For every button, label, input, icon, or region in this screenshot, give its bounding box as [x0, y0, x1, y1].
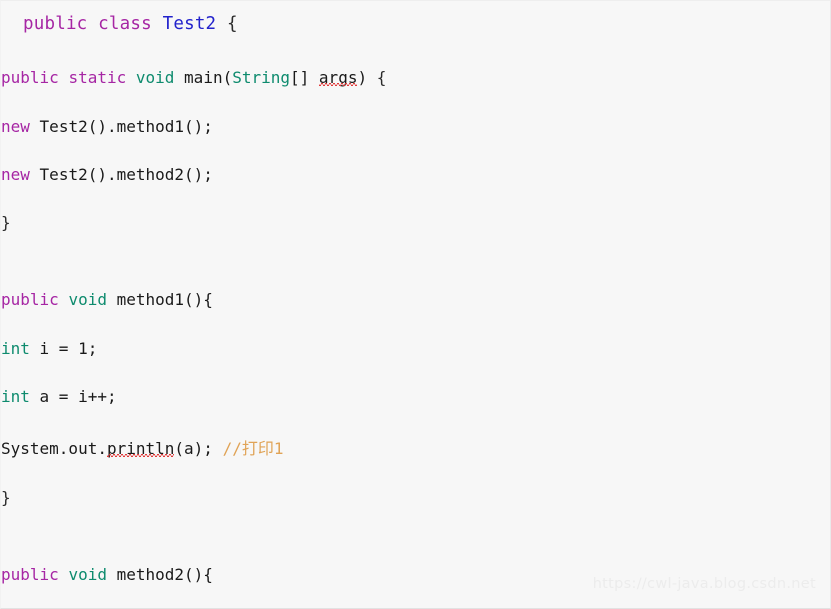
code-line[interactable] [1, 406, 830, 435]
code-token-keyword: class [98, 14, 152, 34]
code-token-keyword: public [1, 290, 59, 310]
code-token-punct: ( [222, 68, 233, 88]
code-snippet-block: public class Test2 { public static void … [0, 0, 831, 609]
code-token-brace: { [227, 14, 238, 34]
code-token-type: int [1, 338, 30, 358]
code-token-plain: a = i++; [29, 386, 117, 406]
code-token-plain: i = [29, 338, 79, 358]
code-token-number: 1 [78, 338, 88, 358]
code-token-type: void [135, 68, 175, 88]
code-token-plain: ; [87, 338, 98, 358]
code-token-keyword: new [1, 164, 30, 184]
code-line[interactable] [1, 261, 830, 290]
code-token-punct: [] [290, 68, 319, 88]
code-line[interactable]: public class Test2 { [1, 10, 830, 39]
code-token-plain: args [318, 68, 358, 88]
code-token-keyword: public [1, 565, 59, 585]
code-token-keyword: static [68, 68, 127, 88]
code-token-plain: System.out. [1, 438, 107, 458]
code-token-brace: } [1, 212, 11, 232]
code-token-plain: Test2().method1(); [39, 116, 213, 136]
code-token-plain: (a); [174, 438, 223, 458]
code-token-plain: method1(){ [116, 290, 213, 310]
code-token-plain: Test2().method2(); [39, 164, 213, 184]
code-token-type: void [68, 565, 107, 585]
code-lines-container[interactable]: public class Test2 { public static void … [1, 10, 830, 608]
code-token-keyword: new [1, 116, 30, 136]
code-token-brace: { [376, 68, 387, 88]
watermark-url: https://cwl-java.blog.csdn.net [592, 576, 816, 592]
code-token-plain: method2(){ [116, 565, 213, 585]
code-token-comment: //打印1 [222, 438, 284, 458]
code-token-punct: ) [357, 68, 377, 88]
code-line[interactable] [1, 87, 830, 116]
code-line[interactable] [1, 232, 830, 261]
code-token-brace: } [1, 488, 11, 508]
code-token-plain: println [106, 438, 175, 458]
code-token-type: int [1, 386, 30, 406]
code-line[interactable] [1, 358, 830, 387]
code-token-type: void [68, 290, 107, 310]
code-line[interactable] [1, 136, 830, 165]
code-line[interactable] [1, 459, 830, 488]
code-token-keyword: public [1, 68, 59, 88]
code-line[interactable] [1, 184, 830, 213]
code-token-keyword: public [23, 14, 88, 34]
code-line[interactable] [1, 39, 830, 68]
code-line[interactable] [1, 309, 830, 338]
code-line[interactable] [1, 536, 830, 565]
code-line[interactable] [1, 507, 830, 536]
code-token-classname: Test2 [162, 14, 217, 34]
code-token-type: String [232, 68, 291, 88]
code-token-plain: main [184, 68, 223, 88]
